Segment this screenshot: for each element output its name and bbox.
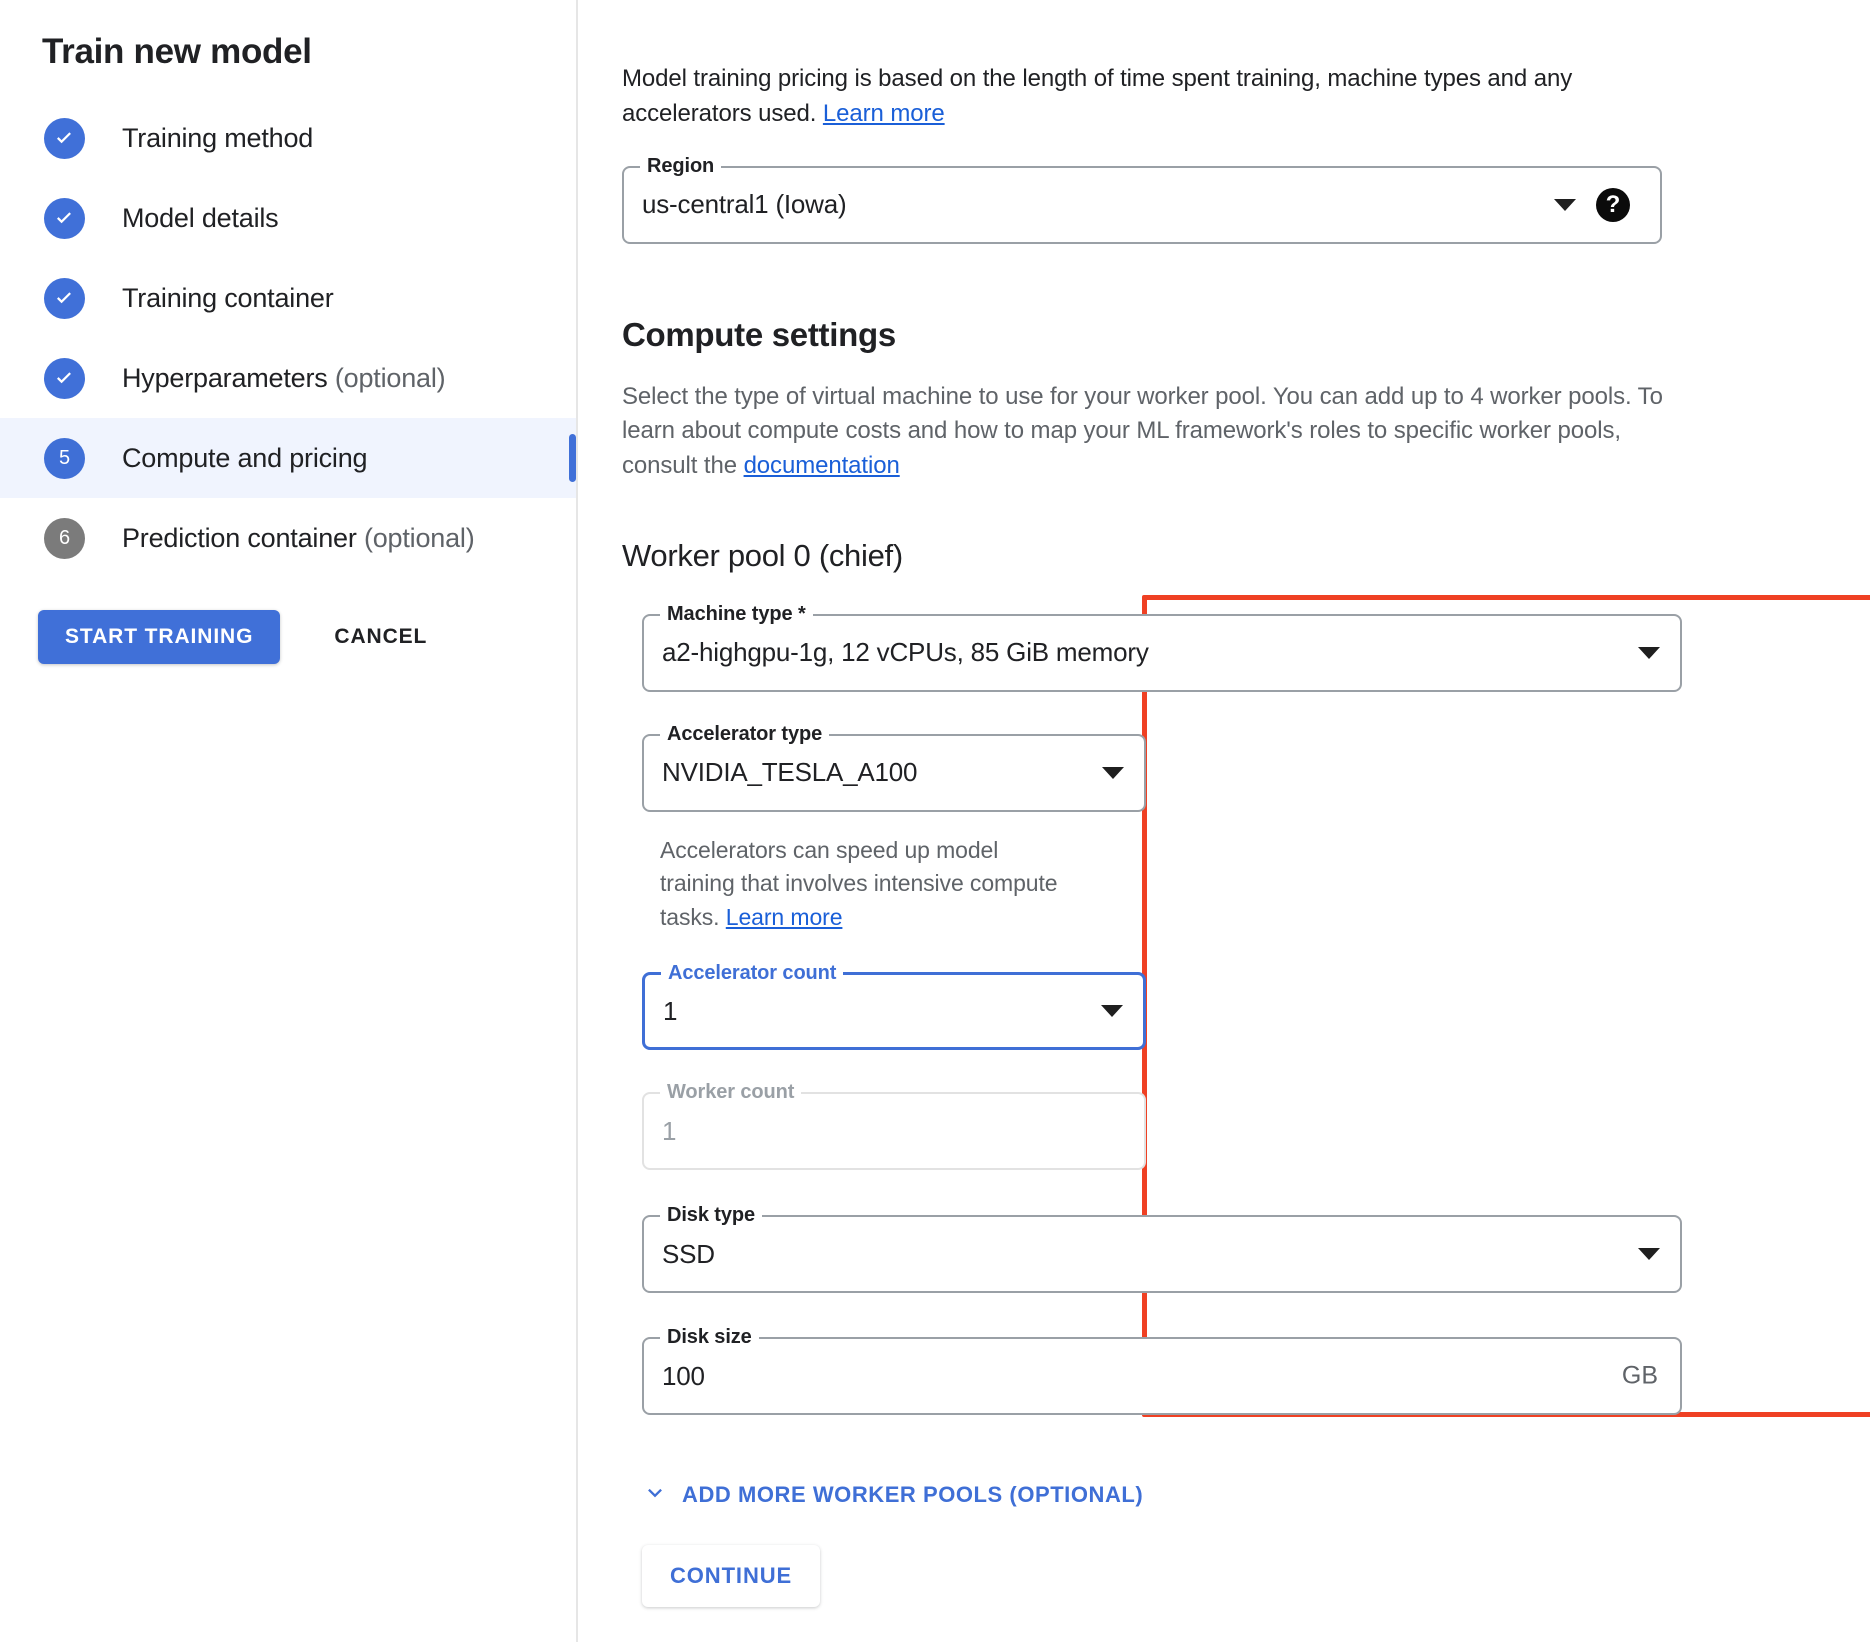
step-number-badge: 6 [44,518,85,559]
worker-count-input: Worker count 1 [642,1092,1146,1170]
start-training-button[interactable]: START TRAINING [38,610,280,664]
cancel-button[interactable]: CANCEL [320,613,441,661]
sidebar-item-label: Prediction container (optional) [122,523,475,554]
sidebar-item-label: Training container [122,283,334,314]
wizard-sidebar: Train new model Training method Model de… [0,0,578,1642]
sidebar-item-model-details[interactable]: Model details [0,178,576,258]
region-label: Region [640,155,721,178]
disk-size-value: 100 [644,1361,705,1392]
region-select[interactable]: Region us-central1 (Iowa) ? [622,166,1662,244]
disk-size-label: Disk size [660,1326,759,1349]
region-value: us-central1 (Iowa) [624,189,846,220]
sidebar-item-training-container[interactable]: Training container [0,258,576,338]
sidebar-item-compute-and-pricing[interactable]: 5 Compute and pricing [0,418,576,498]
wizard-steps: Training method Model details Training c… [0,98,576,578]
disk-type-value: SSD [644,1239,715,1270]
pricing-learn-more-link[interactable]: Learn more [823,100,945,127]
step-complete-check-icon [44,198,85,239]
accelerator-count-label: Accelerator count [661,962,843,985]
chevron-down-icon[interactable] [1554,199,1576,211]
accelerator-type-value: NVIDIA_TESLA_A100 [644,757,917,788]
machine-type-select[interactable]: Machine type * a2-highgpu-1g, 12 vCPUs, … [642,614,1682,692]
add-more-worker-pools-label: ADD MORE WORKER POOLS (OPTIONAL) [682,1482,1143,1508]
active-step-indicator [569,434,576,482]
continue-button[interactable]: CONTINUE [642,1545,820,1607]
page-title: Train new model [42,32,576,72]
chevron-down-icon[interactable] [1101,1005,1123,1017]
sidebar-item-label: Compute and pricing [122,443,367,474]
disk-size-input[interactable]: Disk size 100 GB [642,1337,1682,1415]
add-more-worker-pools-toggle[interactable]: ADD MORE WORKER POOLS (OPTIONAL) [642,1469,1143,1521]
pricing-intro-sentence: Model training pricing is based on the l… [622,65,1572,127]
step-number-badge: 5 [44,438,85,479]
worker-count-label: Worker count [660,1081,801,1104]
accelerator-type-select[interactable]: Accelerator type NVIDIA_TESLA_A100 [642,734,1146,812]
machine-type-label: Machine type * [660,603,813,626]
chevron-down-icon[interactable] [1102,767,1124,779]
sidebar-actions: START TRAINING CANCEL [38,610,576,664]
chevron-down-icon[interactable] [1638,1248,1660,1260]
disk-type-label: Disk type [660,1204,762,1227]
compute-and-pricing-panel: Model training pricing is based on the l… [578,0,1870,1642]
sidebar-item-prediction-container[interactable]: 6 Prediction container (optional) [0,498,576,578]
sidebar-item-label: Hyperparameters (optional) [122,363,445,394]
accelerator-hint-sentence: Accelerators can speed up model training… [660,837,1057,930]
sidebar-item-label: Model details [122,203,279,234]
step-complete-check-icon [44,118,85,159]
accelerator-hint-text: Accelerators can speed up model training… [660,834,1060,934]
disk-size-unit: GB [1622,1362,1658,1391]
documentation-link[interactable]: documentation [744,452,900,479]
machine-type-value: a2-highgpu-1g, 12 vCPUs, 85 GiB memory [644,637,1149,668]
sidebar-item-label: Training method [122,123,313,154]
chevron-down-icon [642,1479,668,1511]
disk-type-select[interactable]: Disk type SSD [642,1215,1682,1293]
accelerator-count-select[interactable]: Accelerator count 1 [642,972,1146,1050]
sidebar-item-hyperparameters[interactable]: Hyperparameters (optional) [0,338,576,418]
accelerator-learn-more-link[interactable]: Learn more [726,904,843,930]
chevron-down-icon[interactable] [1638,647,1660,659]
sidebar-item-training-method[interactable]: Training method [0,98,576,178]
compute-settings-heading: Compute settings [622,316,1870,354]
accelerator-type-label: Accelerator type [660,723,829,746]
train-new-model-page: Train new model Training method Model de… [0,0,1870,1642]
pricing-intro-text: Model training pricing is based on the l… [622,62,1672,132]
help-icon[interactable]: ? [1596,188,1630,222]
step-complete-check-icon [44,358,85,399]
worker-pool-heading: Worker pool 0 (chief) [622,538,1870,574]
step-complete-check-icon [44,278,85,319]
compute-settings-description: Select the type of virtual machine to us… [622,380,1667,484]
accelerator-count-value: 1 [645,996,677,1027]
worker-count-value: 1 [644,1116,676,1147]
